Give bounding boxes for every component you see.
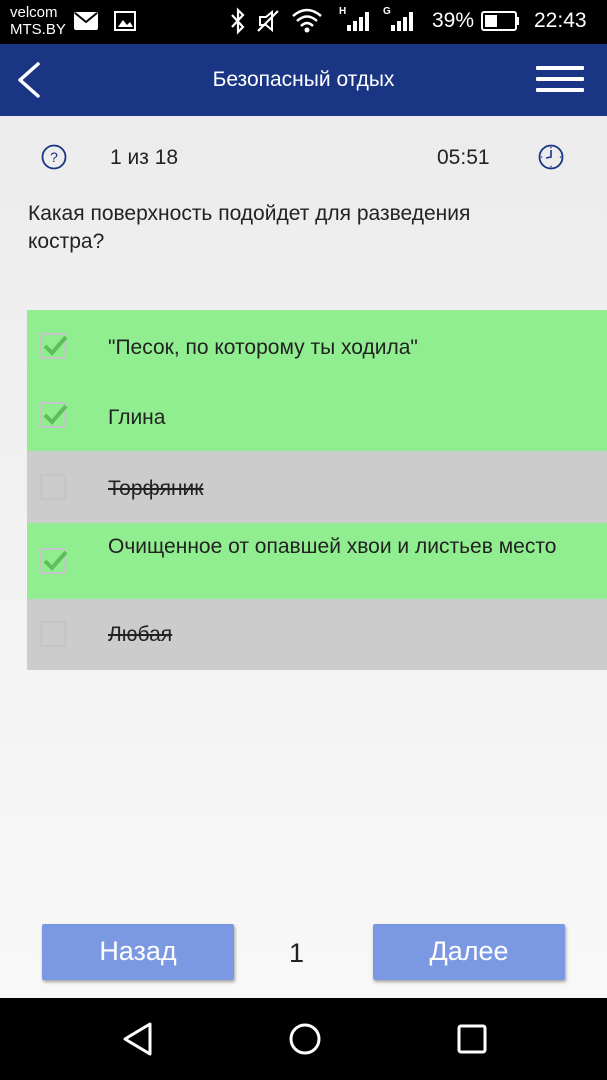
answer-option[interactable]: Торфяник: [27, 451, 607, 523]
answer-option[interactable]: Глина: [27, 381, 607, 451]
mute-icon: [257, 9, 279, 33]
answer-label: "Песок, по которому ты ходила": [108, 336, 418, 359]
checkmark-icon: [43, 335, 68, 356]
battery-percent: 39%: [432, 9, 475, 32]
answer-list: "Песок, по которому ты ходила" Глина Тор…: [27, 310, 607, 670]
next-nav-button[interactable]: Далее: [373, 924, 565, 980]
question-text: Какая поверхность подойдет для разведени…: [28, 202, 471, 253]
bluetooth-icon: [231, 7, 245, 35]
timer: 05:51: [437, 146, 490, 169]
answer-checkbox[interactable]: [40, 333, 68, 359]
quiz-content: ? 1 из 18 05:51 Какая поверхность подойд…: [0, 116, 607, 998]
clock-icon[interactable]: [538, 144, 564, 170]
page-title: Безопасный отдых: [212, 68, 395, 91]
answer-checkbox[interactable]: [40, 474, 66, 500]
home-circle-icon[interactable]: [287, 1020, 323, 1058]
gallery-icon: [114, 11, 136, 31]
mail-icon: [74, 12, 98, 30]
recents-square-icon[interactable]: [454, 1020, 490, 1058]
answer-checkbox[interactable]: [40, 402, 68, 428]
answer-checkbox[interactable]: [40, 548, 68, 574]
question-counter: 1 из 18: [110, 146, 179, 169]
clock-time: 22:43: [534, 9, 587, 32]
page-number: 1: [289, 938, 305, 968]
status-bar: velcom MTS.BY H G 39% 22:43: [0, 0, 607, 44]
signal-icon-2: [391, 12, 413, 31]
answer-label: Очищенное от опавшей хвои и листьев мест…: [108, 535, 557, 558]
answer-option[interactable]: "Песок, по которому ты ходила": [27, 310, 607, 381]
back-nav-button[interactable]: Назад: [42, 924, 234, 980]
help-icon[interactable]: ?: [41, 144, 67, 170]
menu-icon-bar: [536, 88, 584, 92]
svg-text:?: ?: [50, 149, 58, 165]
answer-label: Глина: [108, 406, 166, 429]
carrier-2: MTS.BY: [10, 21, 66, 38]
checkmark-icon: [43, 404, 68, 425]
answer-option[interactable]: Любая: [27, 599, 607, 670]
signal-icon-1: [347, 12, 369, 31]
answer-label: Торфяник: [108, 477, 204, 500]
system-nav-bar: [0, 998, 607, 1080]
back-triangle-icon[interactable]: [120, 1020, 156, 1058]
answer-option[interactable]: Очищенное от опавшей хвои и листьев мест…: [27, 523, 607, 599]
carrier-names: velcom MTS.BY: [10, 4, 66, 38]
battery-icon: [481, 11, 519, 31]
menu-icon: [536, 66, 584, 70]
menu-button[interactable]: [536, 66, 584, 96]
answer-checkbox[interactable]: [40, 621, 66, 647]
menu-icon-bar: [536, 77, 584, 81]
wifi-icon: [292, 8, 322, 33]
answer-label: Любая: [108, 623, 173, 646]
checkmark-icon: [43, 550, 68, 571]
app-bar: Безопасный отдых: [0, 44, 607, 116]
carrier-1: velcom: [10, 4, 58, 21]
